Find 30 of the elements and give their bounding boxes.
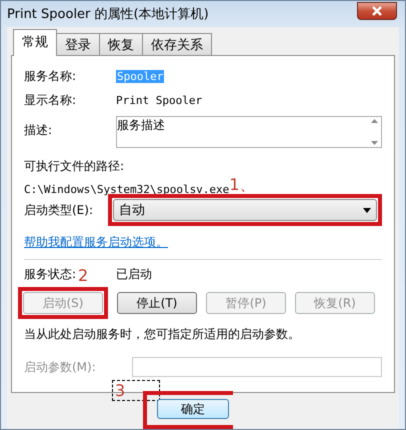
tab[interactable]: 恢复 (99, 33, 143, 55)
service-button[interactable]: 停止(T) (117, 292, 197, 314)
scroll-up-icon[interactable] (371, 119, 378, 123)
field-label: 显示名称: (24, 92, 78, 109)
annotation-number: 2 (78, 269, 88, 283)
field-label: 可执行文件的路径: (24, 158, 126, 175)
ok-button[interactable]: 确定 (157, 399, 229, 419)
field-label: 服务名称: (24, 68, 78, 85)
executable-path: C:\Windows\System32\spoolsv.exe (24, 183, 230, 196)
help-link[interactable]: 帮助我配置服务启动选项。 (24, 235, 168, 249)
startup-type-dropdown[interactable]: 自动 (113, 199, 377, 221)
hint-text: 当从此处启动服务时，您可指定所适用的启动参数。 (24, 326, 301, 343)
scroll-down-icon[interactable] (371, 141, 378, 145)
field-value: Print Spooler (116, 94, 202, 107)
field-value: Spooler (116, 70, 164, 83)
tab[interactable]: 登录 (56, 33, 100, 55)
annotation-number: 1、 (229, 175, 256, 196)
window-title: Print Spooler 的属性(本地计算机) (7, 6, 209, 23)
status-value: 已启动 (116, 266, 153, 283)
close-button[interactable] (357, 2, 397, 20)
field-label: 启动类型(E): (24, 202, 94, 218)
annotation-number: 3 (115, 381, 126, 400)
field-label: 服务状态: (24, 266, 76, 283)
tab[interactable]: 依存关系 (142, 33, 212, 55)
close-icon (371, 6, 383, 16)
field-label: 启动参数(M): (24, 358, 97, 376)
description-field[interactable]: 服务描述 (116, 116, 382, 148)
tab[interactable]: 常规 (13, 29, 57, 56)
field-label: 描述: (24, 122, 54, 139)
caret-icon (363, 208, 371, 212)
